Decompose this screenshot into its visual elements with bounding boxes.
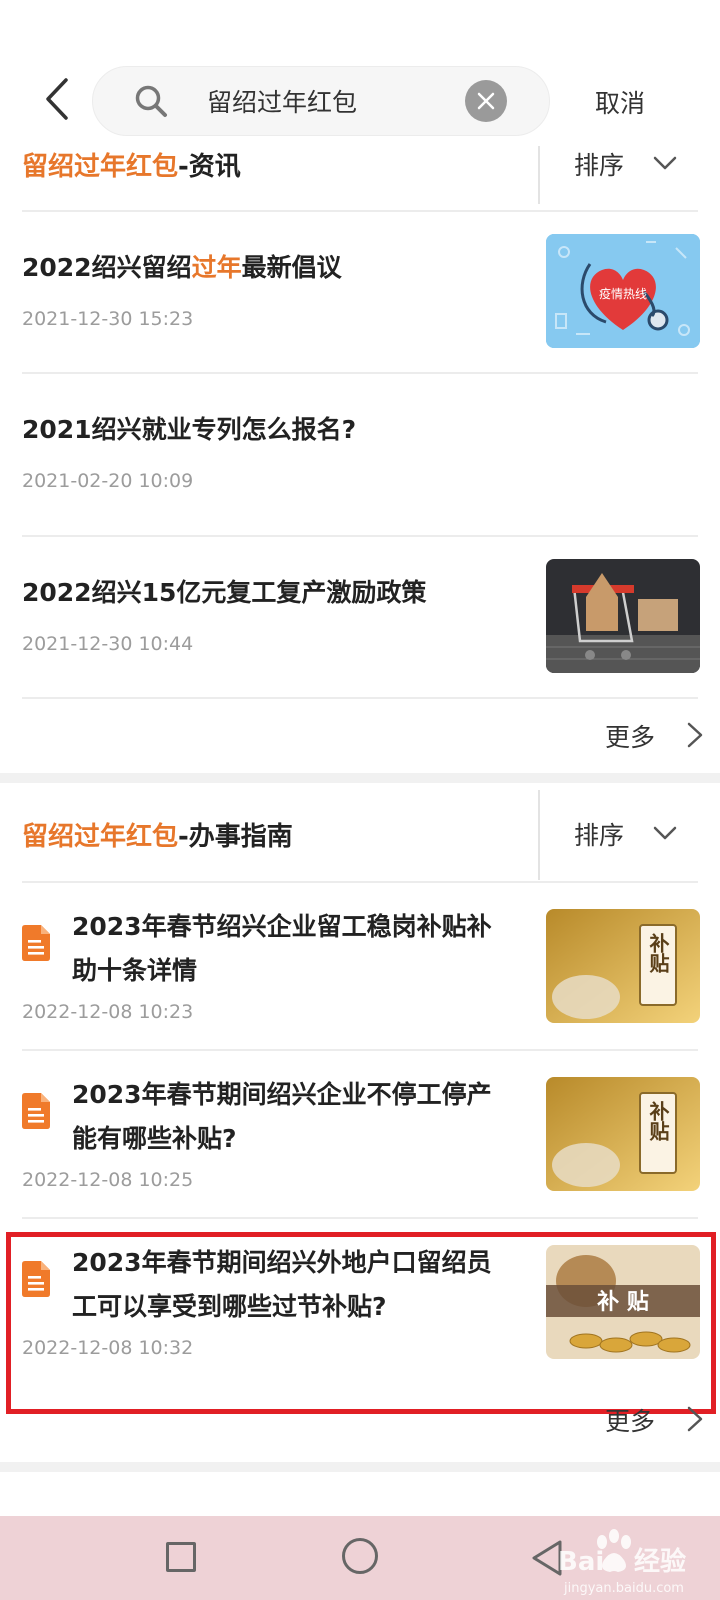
subsidy-image: 补贴 bbox=[546, 909, 700, 1023]
news-item[interactable]: 2022绍兴15亿元复工复产激励政策 2021-12-30 10:44 bbox=[0, 537, 720, 697]
guide-section-title: 留绍过年红包-办事指南 bbox=[22, 816, 293, 853]
clear-search-button[interactable] bbox=[465, 80, 507, 122]
chevron-down-icon bbox=[653, 826, 677, 840]
guide-more-button[interactable]: 更多 bbox=[605, 1402, 705, 1442]
search-box[interactable] bbox=[92, 66, 550, 136]
highlight-box bbox=[6, 1232, 716, 1414]
back-button[interactable] bbox=[40, 74, 80, 124]
back-arrow-icon bbox=[46, 78, 68, 120]
document-icon bbox=[22, 1093, 50, 1129]
news-thumbnail: 疫情热线 bbox=[546, 234, 700, 348]
guide-item[interactable]: 2023年春节绍兴企业留工稳岗补贴补 助十条详情 2022-12-08 10:2… bbox=[0, 883, 720, 1049]
section-separator bbox=[0, 773, 720, 783]
cancel-button[interactable]: 取消 bbox=[595, 84, 645, 120]
news-sort-button[interactable]: 排序 bbox=[574, 146, 684, 186]
news-item-title: 2021绍兴就业专列怎么报名? bbox=[22, 415, 357, 444]
section-title-suffix: -资讯 bbox=[178, 152, 241, 182]
news-item-time: 2021-12-30 10:44 bbox=[22, 633, 194, 655]
guide-sort-button[interactable]: 排序 bbox=[574, 816, 684, 856]
news-item-title: 2022绍兴15亿元复工复产激励政策 bbox=[22, 578, 427, 607]
document-icon bbox=[22, 925, 50, 961]
recent-apps-button[interactable] bbox=[166, 1542, 196, 1572]
news-item[interactable]: 2021绍兴就业专列怎么报名? 2021-02-20 10:09 bbox=[0, 374, 720, 536]
subsidy-image: 补贴 bbox=[546, 1077, 700, 1191]
home-button[interactable] bbox=[342, 1538, 378, 1574]
news-item-time: 2021-02-20 10:09 bbox=[22, 470, 194, 492]
svg-text:经验: 经验 bbox=[634, 1546, 686, 1577]
close-icon bbox=[477, 92, 495, 110]
svg-text:jingyan.baidu.com: jingyan.baidu.com bbox=[563, 1581, 684, 1596]
search-header: 取消 bbox=[0, 0, 720, 140]
section-title-keyword: 留绍过年红包 bbox=[22, 822, 179, 852]
guide-section: 留绍过年红包-办事指南 排序 bbox=[0, 790, 720, 880]
search-icon bbox=[135, 85, 167, 117]
guide-item[interactable]: 2023年春节期间绍兴企业不停工停产 能有哪些补贴? 2022-12-08 10… bbox=[0, 1051, 720, 1217]
news-section-header: 留绍过年红包-资讯 排序 bbox=[0, 146, 720, 220]
news-more-button[interactable]: 更多 bbox=[605, 718, 705, 758]
baidu-watermark-logo: Bai 经验 jingyan.baidu.com bbox=[558, 1529, 686, 1596]
chevron-down-icon bbox=[653, 156, 677, 170]
guide-section-header: 留绍过年红包-办事指南 排序 bbox=[0, 790, 720, 880]
chevron-right-icon bbox=[687, 1406, 703, 1432]
guide-item-time: 2022-12-08 10:25 bbox=[22, 1169, 194, 1191]
sort-label: 排序 bbox=[574, 151, 625, 180]
divider bbox=[538, 790, 540, 880]
more-label: 更多 bbox=[605, 1407, 656, 1436]
guide-item-title: 2023年春节绍兴企业留工稳岗补贴补 助十条详情 bbox=[72, 912, 492, 985]
search-input[interactable] bbox=[207, 67, 447, 135]
thumbnail-text: 补贴 bbox=[646, 932, 670, 974]
news-thumbnail bbox=[546, 559, 700, 673]
more-label: 更多 bbox=[605, 723, 656, 752]
sort-label: 排序 bbox=[574, 821, 625, 850]
chevron-right-icon bbox=[687, 722, 703, 748]
news-item-title: 2022绍兴留绍过年最新倡议 bbox=[22, 253, 342, 282]
guide-item-title: 2023年春节期间绍兴企业不停工停产 能有哪些补贴? bbox=[72, 1080, 492, 1153]
thumbnail-text: 疫情热线 bbox=[599, 286, 647, 301]
guide-thumbnail: 补贴 bbox=[546, 909, 700, 1023]
thumbnail-text: 补贴 bbox=[646, 1100, 670, 1142]
section-title-keyword: 留绍过年红包 bbox=[22, 152, 179, 182]
svg-text:Bai: Bai bbox=[558, 1547, 604, 1577]
news-section-title: 留绍过年红包-资讯 bbox=[22, 146, 241, 183]
section-title-suffix: -办事指南 bbox=[178, 822, 293, 852]
section-separator bbox=[0, 1462, 720, 1472]
news-item[interactable]: 2022绍兴留绍过年最新倡议 2021-12-30 15:23 疫情热线 bbox=[0, 212, 720, 374]
guide-item-time: 2022-12-08 10:23 bbox=[22, 1001, 194, 1023]
system-nav-bar: Bai 经验 jingyan.baidu.com bbox=[0, 1516, 720, 1600]
shopping-cart-house-image bbox=[546, 559, 700, 673]
news-item-time: 2021-12-30 15:23 bbox=[22, 308, 194, 330]
hotline-heart-image: 疫情热线 bbox=[546, 234, 700, 348]
divider bbox=[538, 146, 540, 204]
guide-thumbnail: 补贴 bbox=[546, 1077, 700, 1191]
divider bbox=[22, 697, 698, 699]
